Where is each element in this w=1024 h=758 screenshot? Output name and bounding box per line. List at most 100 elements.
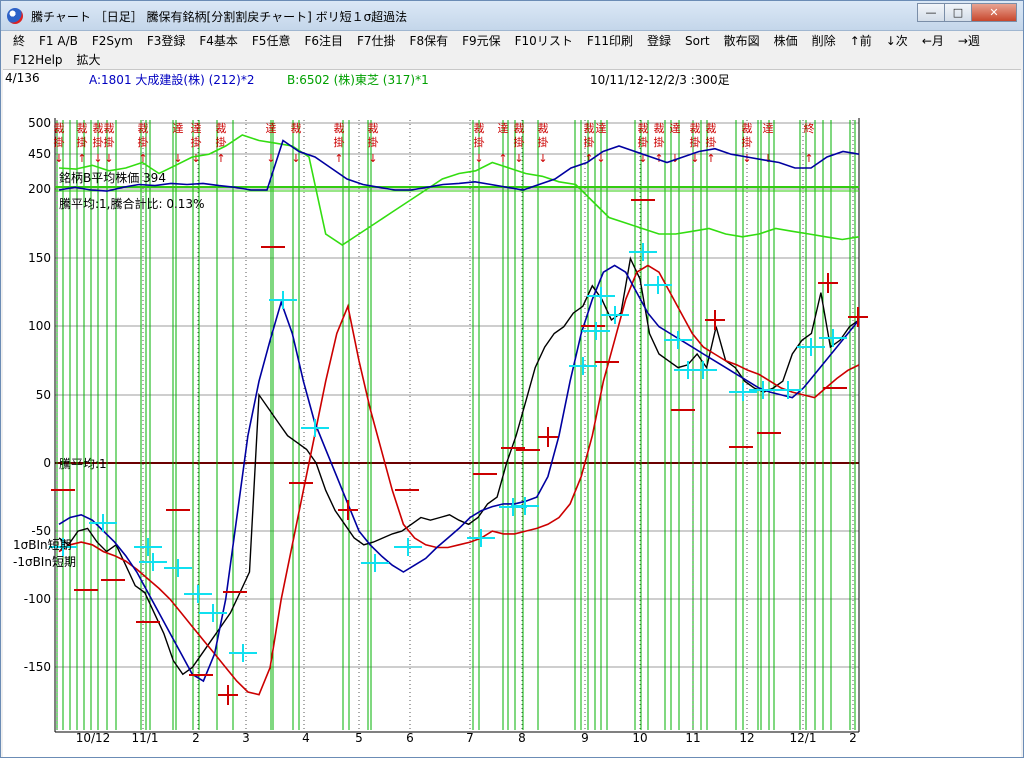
menu-bar: 終 F1 A/B F2Sym F3登録 F4基本 F5任意 F6注目 F7仕掛 F8保有 F9元保… xyxy=(1,31,1023,69)
app-window: 騰チャート ［日足］ 騰保有銘柄[分割割戻チャート] ボリ短１σ超過法 — □ … xyxy=(0,0,1024,758)
y-tick-label: -50 xyxy=(31,524,51,538)
menu-item-1-13[interactable]: Sort xyxy=(681,33,714,50)
x-tick-label: 12/1 xyxy=(790,731,817,745)
band-plus-label: 1σBIn短期 xyxy=(13,538,72,552)
window-title: 騰チャート ［日足］ 騰保有銘柄[分割割戻チャート] ボリ短１σ超過法 xyxy=(31,10,408,24)
menu-item-1-1[interactable]: F1 A/B xyxy=(35,33,82,50)
signal-arrow-icon: ↓ xyxy=(104,152,113,165)
menu-item-1-15[interactable]: 株価 xyxy=(770,33,802,50)
signal-arrow-icon: ↑ xyxy=(334,152,343,165)
x-tick-label: 9 xyxy=(581,731,589,745)
menu-item-1-9[interactable]: F9元保 xyxy=(458,33,505,50)
signal-label: 裁 xyxy=(584,122,595,135)
minimize-button[interactable]: — xyxy=(917,3,945,22)
window-controls: — □ ✕ xyxy=(917,3,1017,22)
signal-label-sub: 掛 xyxy=(584,135,595,149)
signal-label: 裁 xyxy=(138,122,149,135)
menu-item-1-10[interactable]: F10リスト xyxy=(511,33,577,50)
signal-label: 達 xyxy=(763,122,774,135)
ratio-label: 騰平均:1,騰合計比: 0.13% xyxy=(59,196,204,211)
menu-item-1-18[interactable]: ↓次 xyxy=(882,33,912,50)
zero-line-label: 騰平均:1 xyxy=(59,456,107,471)
signal-arrow-icon: ↓ xyxy=(54,152,63,165)
menu-item-1-20[interactable]: →週 xyxy=(954,33,984,50)
title-bar[interactable]: 騰チャート ［日足］ 騰保有銘柄[分割割戻チャート] ボリ短１σ超過法 — □ … xyxy=(1,1,1023,31)
menu-item-1-19[interactable]: ←月 xyxy=(918,33,948,50)
signal-label-sub: 掛 xyxy=(77,135,88,149)
signal-label-sub: 掛 xyxy=(54,135,65,149)
signal-label: 達 xyxy=(173,122,184,135)
menu-item-1-11[interactable]: F11印刷 xyxy=(583,33,637,50)
signal-label-sub: 掛 xyxy=(474,135,485,149)
signal-label: 裁 xyxy=(654,122,665,135)
y-tick-label: 0 xyxy=(43,456,51,470)
app-icon xyxy=(7,8,23,24)
y-tick-label: 150 xyxy=(28,251,51,265)
menu-item-1-12[interactable]: 登録 xyxy=(643,33,675,50)
menu-item-2-1[interactable]: 拡大 xyxy=(73,52,105,69)
y-tick-label: 450 xyxy=(28,147,51,161)
y-tick-label: -100 xyxy=(24,592,51,606)
x-tick-label: 11 xyxy=(685,731,700,745)
signal-label-sub: 掛 xyxy=(93,135,104,149)
signal-label: 達 xyxy=(266,122,277,135)
menu-item-1-4[interactable]: F4基本 xyxy=(195,33,242,50)
signal-label-sub: 掛 xyxy=(514,135,525,149)
menu-item-1-8[interactable]: F8保有 xyxy=(406,33,453,50)
menu-item-1-16[interactable]: 削除 xyxy=(808,33,840,50)
signal-arrow-icon: ↑ xyxy=(77,152,86,165)
x-tick-label: 8 xyxy=(518,731,526,745)
maximize-button[interactable]: □ xyxy=(944,3,972,22)
x-tick-label: 4 xyxy=(302,731,310,745)
signal-label: 達 xyxy=(596,122,607,135)
y-tick-label: 500 xyxy=(28,116,51,130)
signal-label-sub: 掛 xyxy=(334,135,345,149)
chart-canvas: 500450200150100500-50-100-150騰平均:110/12 1… xyxy=(13,116,868,745)
signal-arrow-icon: ↑ xyxy=(498,152,507,165)
avg-price-label: 銘柄B平均株価 394 xyxy=(59,170,166,185)
y-tick-label: 100 xyxy=(28,319,51,333)
signal-arrow-icon: ↑ xyxy=(216,152,225,165)
menu-item-1-7[interactable]: F7仕掛 xyxy=(353,33,400,50)
signal-arrow-icon: ↓ xyxy=(93,152,102,165)
signal-label-sub: 掛 xyxy=(538,135,549,149)
x-tick-label: 2 xyxy=(849,731,857,745)
menu-item-1-6[interactable]: F6注目 xyxy=(300,33,347,50)
signal-label-sub: 掛 xyxy=(638,135,649,149)
signal-label-sub: 掛 xyxy=(368,135,379,149)
signal-label-sub: 掛 xyxy=(138,135,149,149)
signal-label: 裁 xyxy=(474,122,485,135)
signal-label: 裁 xyxy=(104,122,115,135)
x-tick-label: 12 xyxy=(739,731,754,745)
signal-label: 裁 xyxy=(514,122,525,135)
menu-item-2-0[interactable]: F12Help xyxy=(9,52,67,69)
menu-item-1-2[interactable]: F2Sym xyxy=(88,33,137,50)
signal-arrow-icon: ↓ xyxy=(291,152,300,165)
series-red-lower xyxy=(58,264,860,696)
signal-arrow-icon: ↓ xyxy=(596,152,605,165)
menu-item-1-5[interactable]: F5任意 xyxy=(248,33,295,50)
signal-label: 裁 xyxy=(638,122,649,135)
signal-arrow-icon: ↓ xyxy=(742,152,751,165)
menu-item-1-17[interactable]: ↑前 xyxy=(846,33,876,50)
menu-row-1: 終 F1 A/B F2Sym F3登録 F4基本 F5任意 F6注目 F7仕掛 F8保有 F9元保… xyxy=(9,33,990,50)
signal-label-sub: 掛 xyxy=(690,135,701,149)
chart-area[interactable]: 4/136 A:1801 大成建設(株) (212)*2 B:6502 (株)東… xyxy=(3,69,1021,757)
menu-item-1-0[interactable]: 終 xyxy=(9,33,29,50)
signal-arrow-icon: ↓ xyxy=(191,152,200,165)
menu-item-1-3[interactable]: F3登録 xyxy=(143,33,190,50)
signal-arrow-icon: ↑ xyxy=(706,152,715,165)
signal-label: 裁 xyxy=(291,122,302,135)
signal-arrow-icon: ↓ xyxy=(514,152,523,165)
series-blue-lower xyxy=(58,264,860,683)
y-tick-label: 50 xyxy=(36,388,51,402)
x-tick-label: 10/12 xyxy=(76,731,111,745)
signal-label: 終 xyxy=(804,121,815,135)
menu-item-1-14[interactable]: 散布図 xyxy=(720,33,764,50)
signal-arrow-icon: ↑ xyxy=(804,152,813,165)
close-button[interactable]: ✕ xyxy=(971,3,1017,22)
signal-label: 裁 xyxy=(93,122,104,135)
y-tick-label: -150 xyxy=(24,660,51,674)
signal-arrow-icon: ↓ xyxy=(368,152,377,165)
signal-label: 裁 xyxy=(77,122,88,135)
